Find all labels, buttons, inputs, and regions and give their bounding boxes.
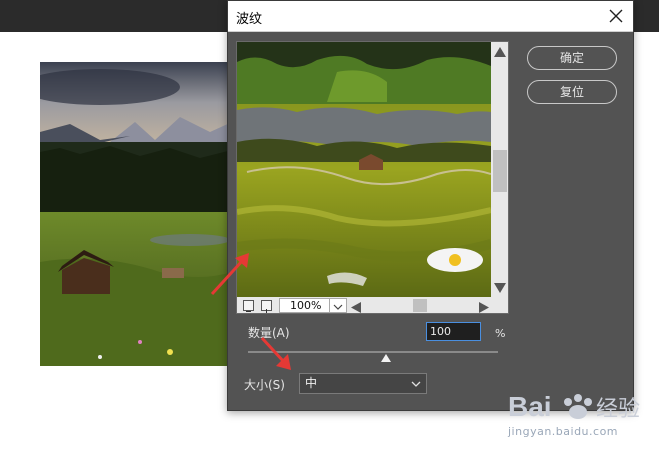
amount-slider-thumb[interactable]	[380, 347, 391, 362]
svg-text:Bai: Bai	[508, 391, 552, 422]
zoom-in-icon[interactable]	[261, 300, 272, 313]
chevron-down-icon	[410, 377, 422, 389]
amount-input[interactable]	[426, 322, 481, 341]
vertical-scroll-thumb[interactable]	[493, 150, 507, 192]
arrow-down-icon[interactable]	[491, 280, 508, 294]
preview-pane[interactable]: 100%	[236, 41, 509, 314]
annotation-arrow-preview	[210, 253, 249, 296]
reset-button[interactable]: 复位	[527, 80, 617, 104]
arrow-left-icon[interactable]	[349, 299, 363, 313]
dialog-title: 波纹	[236, 12, 263, 27]
size-label: 大小(S)	[244, 378, 285, 392]
horizontal-scroll-thumb[interactable]	[413, 299, 427, 312]
watermark-url: jingyan.baidu.com	[508, 425, 619, 438]
preview-vertical-scrollbar[interactable]	[491, 42, 508, 297]
annotation-arrow-size	[260, 336, 291, 370]
screen: 波纹 100% 确定 复位 数量(A) 100 % 大小(S) 中 Bai 经验…	[0, 0, 659, 454]
preview-image	[237, 42, 491, 297]
dialog-titlebar: 波纹	[228, 1, 633, 32]
arrow-up-icon[interactable]	[491, 44, 508, 58]
svg-text:经验: 经验	[596, 397, 640, 422]
size-selected-value: 中	[305, 376, 318, 390]
close-icon[interactable]	[605, 5, 627, 27]
ok-button[interactable]: 确定	[527, 46, 617, 70]
canvas-image	[40, 62, 232, 366]
preview-toolbar: 100%	[237, 297, 508, 313]
arrow-right-icon[interactable]	[477, 299, 491, 313]
amount-unit: %	[495, 327, 506, 340]
size-select[interactable]: 中	[299, 373, 427, 394]
zoom-out-icon[interactable]	[243, 300, 254, 312]
chevron-down-icon[interactable]	[329, 299, 345, 312]
